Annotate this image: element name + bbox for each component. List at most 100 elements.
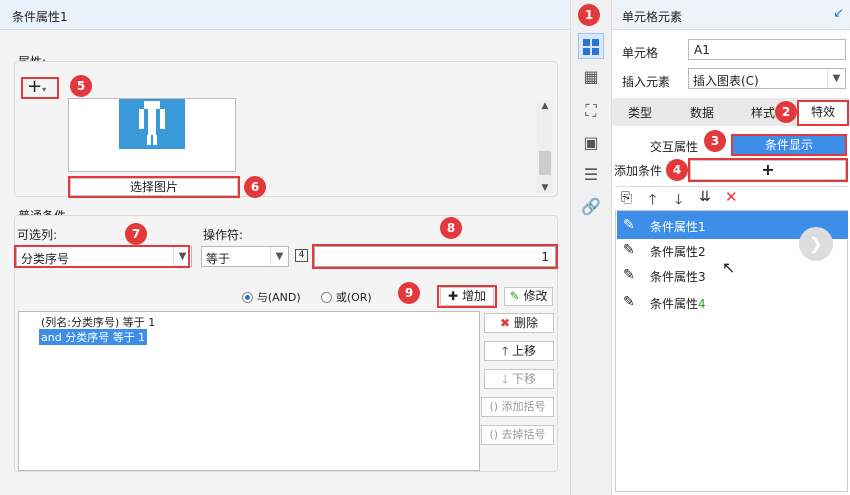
dropdown-box-icon: ▣ [583, 133, 599, 152]
modify-button[interactable]: ✎ 修改 [504, 287, 553, 306]
widget-tool[interactable]: ⛶ [578, 98, 604, 124]
right-panel-title: 单元格元素 [622, 10, 683, 24]
collapse-icon[interactable]: ↙ [833, 6, 844, 21]
or-label: 或(OR) [335, 291, 372, 304]
list-item[interactable]: ✎ 条件属性4 [617, 288, 848, 316]
badge-6: 6 [244, 176, 266, 198]
radio-checked-icon [242, 292, 253, 303]
scroll-down-icon[interactable]: ▼ [537, 183, 553, 193]
cell-input[interactable]: A1 [688, 39, 846, 60]
attributes-scrollbar[interactable]: ▲ ▼ [537, 101, 553, 193]
and-label: 与(AND) [256, 291, 301, 304]
operator-value: 等于 [206, 252, 231, 266]
pencil-icon: ✎ [623, 242, 635, 258]
delete-button[interactable]: ✖ 删除 [484, 313, 554, 333]
radio-unchecked-icon [321, 292, 332, 303]
up-label: 上移 [512, 344, 537, 358]
highlight-9 [437, 285, 497, 308]
item-name: 条件属性 [650, 270, 699, 284]
layers-icon: ☰ [583, 165, 599, 184]
badge-2: 2 [775, 101, 797, 123]
and-radio[interactable]: 与(AND) [242, 289, 301, 305]
add-bracket-label: 添加括号 [501, 400, 546, 413]
cell-attribute-tool[interactable]: ▦ [578, 64, 604, 90]
close-icon: ✖ [500, 316, 511, 330]
highlight-4 [688, 158, 848, 182]
link-icon: 🔗 [581, 197, 601, 216]
chevron-right-icon: ❯ [809, 234, 823, 253]
pencil-icon: ✎ [623, 217, 635, 233]
bracket-icon: () [489, 400, 499, 413]
pencil-icon: ✎ [623, 294, 635, 310]
item-number: 2 [698, 245, 706, 259]
right-panel-header: 单元格元素 ↙ [612, 0, 850, 30]
layer-tool[interactable]: ☰ [578, 162, 604, 188]
condition-row[interactable]: (列名:分类序号) 等于 1 [41, 314, 155, 330]
badge-7: 7 [125, 223, 147, 245]
insert-element-value: 插入图表(C) [693, 74, 759, 88]
bracket-remove-icon: () [489, 428, 499, 441]
close-icon[interactable]: ✕ [725, 188, 738, 206]
edit-icon: ✎ [509, 289, 520, 303]
badge-8: 8 [440, 217, 462, 239]
add-condition-label: 添加条件 [614, 164, 663, 178]
next-page-button[interactable]: ❯ [799, 227, 833, 261]
image-thumbnail [119, 99, 185, 149]
tab-data[interactable]: 数据 [690, 104, 714, 121]
drop-tool[interactable]: ▣ [578, 130, 604, 156]
pencil-icon: ✎ [623, 267, 635, 283]
chevron-down-icon: ▼ [827, 69, 845, 88]
move-down-button[interactable]: 🡓 下移 [484, 369, 554, 389]
item-name: 条件属性 [650, 297, 699, 311]
cell-element-tool[interactable] [578, 33, 604, 59]
chevron-down-icon: ▼ [270, 247, 288, 266]
cell-label: 单元格 [622, 46, 659, 60]
highlight-6 [68, 176, 240, 198]
info-grid-icon: ▦ [583, 67, 599, 86]
scroll-up-icon[interactable]: ▲ [537, 101, 553, 111]
dialog-title-bar: 条件属性1 [0, 0, 570, 30]
arrow-up-icon: 🡑 [501, 344, 509, 358]
move-bottom-icon[interactable]: ⇊ [699, 189, 711, 205]
scroll-thumb[interactable] [539, 151, 551, 175]
optional-column-label: 可选列: [17, 228, 58, 242]
condition-row-selected[interactable]: and 分类序号 等于 1 [39, 329, 148, 345]
tab-type[interactable]: 类型 [628, 104, 652, 121]
dialog-title: 条件属性1 [12, 10, 68, 24]
person-icon [139, 101, 165, 145]
highlight-5 [21, 77, 59, 99]
item-name: 条件属性 [650, 220, 699, 234]
item-number: 1 [698, 220, 706, 234]
insert-element-select[interactable]: 插入图表(C) ▼ [688, 68, 846, 89]
highlight-3 [731, 134, 847, 156]
tab-style[interactable]: 样式 [751, 104, 777, 121]
highlight-8 [312, 244, 558, 269]
remove-bracket-label: 去掉括号 [501, 428, 546, 441]
operator-label: 操作符: [203, 228, 244, 242]
badge-5: 5 [70, 75, 92, 97]
or-radio[interactable]: 或(OR) [321, 289, 372, 305]
move-up-button[interactable]: 🡑 上移 [484, 341, 554, 361]
link-tool[interactable]: 🔗 [578, 194, 604, 220]
item-number: 3 [698, 270, 706, 284]
operator-select[interactable]: 等于 ▼ [201, 246, 289, 267]
crop-icon: ⛶ [585, 101, 597, 120]
modify-label: 修改 [523, 289, 548, 303]
add-bracket-button[interactable]: () 添加括号 [481, 397, 554, 417]
down-label: 下移 [512, 372, 537, 386]
value-type-icon[interactable]: 4 [295, 249, 308, 262]
item-number: 4 [698, 297, 706, 311]
condition-toolbar: ⎘ 🡑 🡓 ⇊ ✕ [615, 186, 848, 210]
condition-list[interactable]: (列名:分类序号) 等于 1 and 分类序号 等于 1 [18, 311, 480, 471]
image-preview [68, 98, 236, 172]
copy-icon[interactable]: ⎘ [621, 190, 632, 206]
item-name: 条件属性 [650, 245, 699, 259]
badge-4: 4 [666, 159, 688, 181]
delete-label: 删除 [513, 316, 538, 330]
remove-bracket-button[interactable]: () 去掉括号 [481, 425, 554, 445]
highlight-7 [14, 245, 190, 268]
highlight-2 [797, 100, 849, 126]
badge-1: 1 [578, 4, 600, 26]
badge-9: 9 [398, 282, 420, 304]
interact-property-label[interactable]: 交互属性 [650, 138, 698, 155]
